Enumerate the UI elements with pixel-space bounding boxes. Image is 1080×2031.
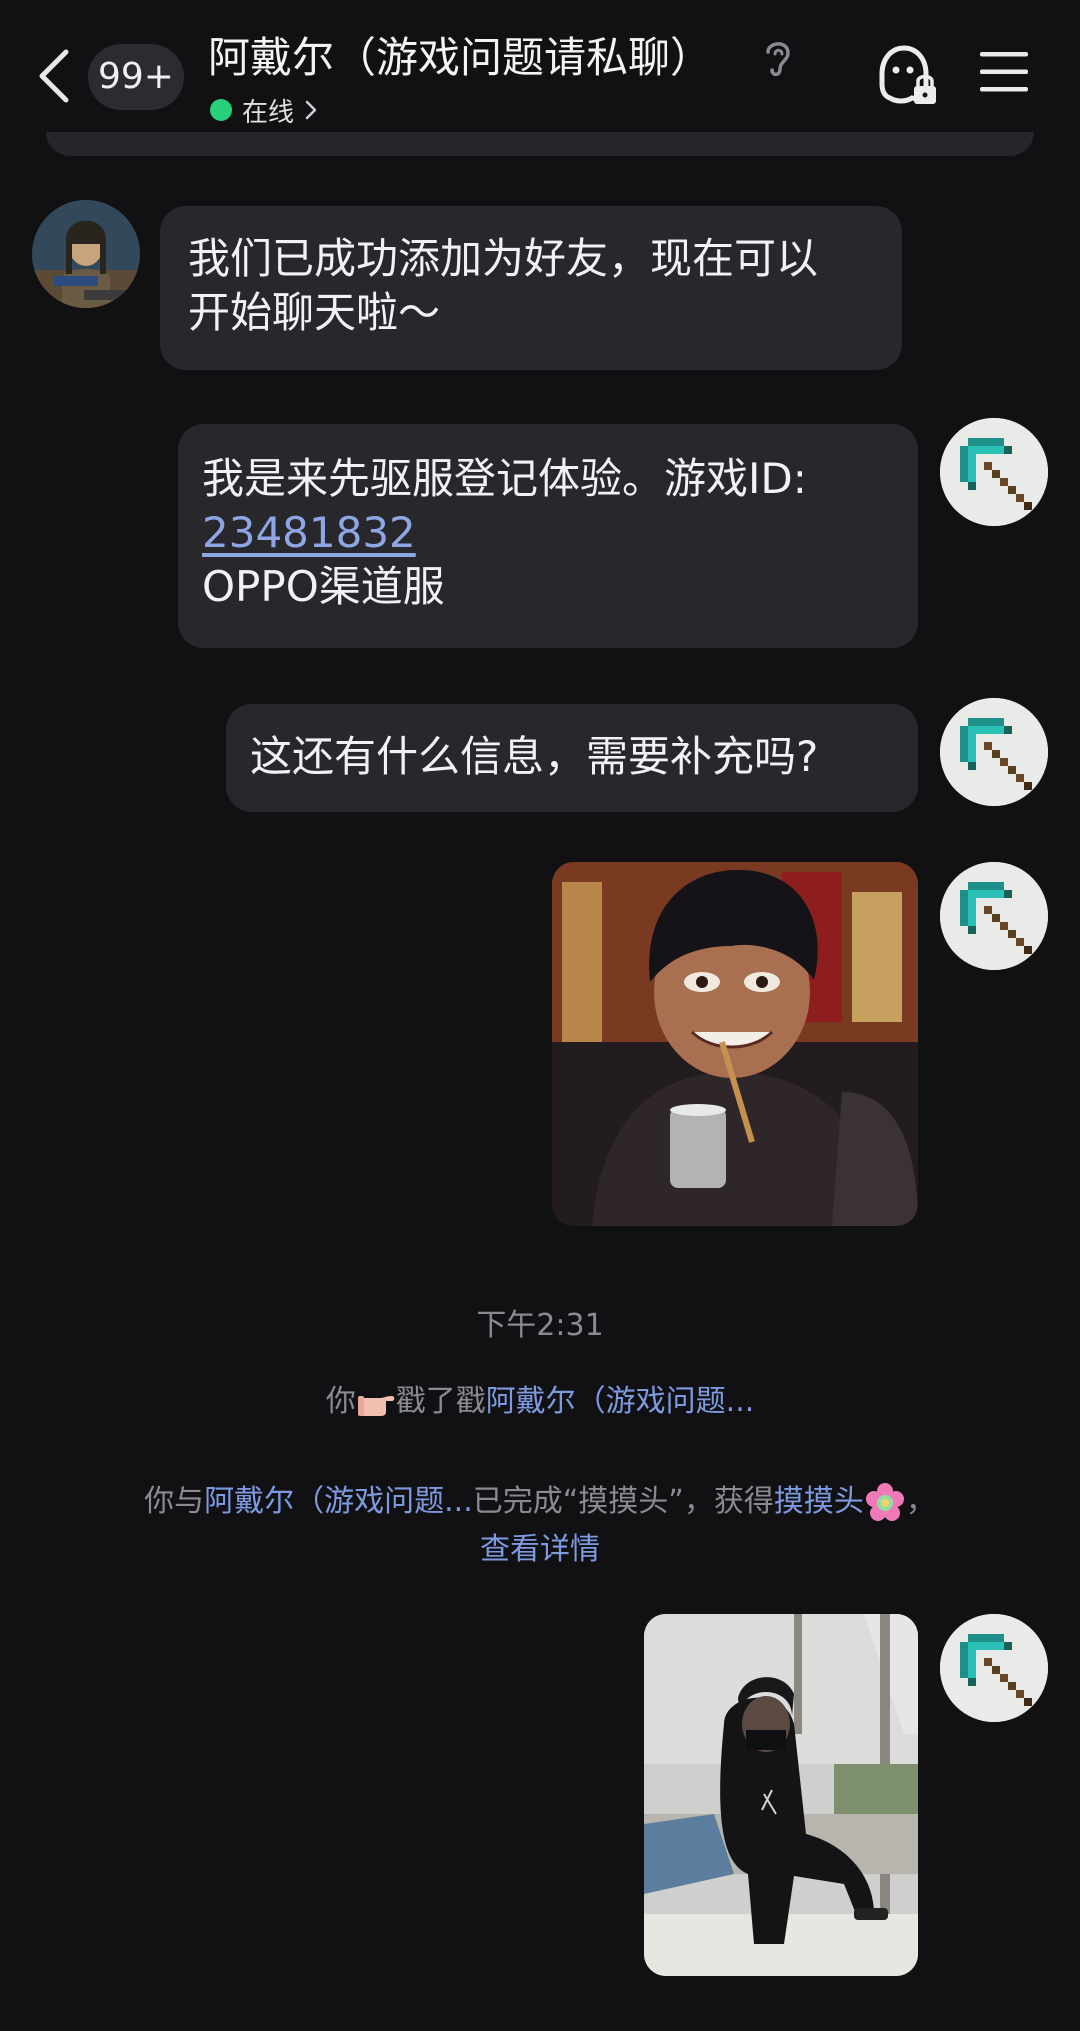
contact-avatar[interactable]	[32, 200, 140, 308]
pickaxe-icon	[940, 418, 1048, 526]
self-avatar[interactable]	[940, 698, 1048, 806]
message-bubble-incoming[interactable]: 我们已成功添加为好友，现在可以 开始聊天啦～	[160, 206, 902, 370]
pickaxe-icon	[940, 862, 1048, 970]
message-bubble-outgoing[interactable]: 我是来先驱服登记体验。游戏ID: 23481832 OPPO渠道服	[178, 424, 918, 648]
message-text: 我们已成功添加为好友，现在可以	[188, 234, 819, 283]
achievement-notice: 你与阿戴尔（游戏问题...已完成“摸摸头”，获得摸摸头，	[0, 1476, 1080, 1524]
pointing-hand-icon	[357, 1395, 394, 1416]
chevron-right-icon	[305, 100, 317, 120]
private-chat-lock-icon[interactable]	[876, 44, 938, 108]
back-arrow-icon[interactable]	[34, 46, 78, 106]
message-text: 我是来先驱服登记体验。游戏ID:	[202, 454, 807, 503]
pickaxe-icon	[940, 698, 1048, 806]
chat-header: 99+ 阿戴尔（游戏问题请私聊） 在线	[0, 0, 1080, 150]
pickaxe-icon	[940, 1614, 1048, 1722]
game-id-link[interactable]: 23481832	[202, 508, 416, 557]
self-avatar[interactable]	[940, 1614, 1048, 1722]
photo-person-image	[644, 1614, 918, 1976]
view-details-link[interactable]: 查看详情	[480, 1532, 600, 1567]
message-bubble-outgoing[interactable]: 这还有什么信息，需要补充吗?	[226, 704, 918, 812]
pinned-banner-edge	[46, 132, 1034, 156]
message-text: 开始聊天啦～	[188, 288, 441, 337]
self-avatar[interactable]	[940, 862, 1048, 970]
photo-sticker-image	[552, 862, 918, 1226]
ear-icon[interactable]	[760, 36, 796, 82]
message-text: OPPO渠道服	[202, 562, 445, 611]
message-text: 这还有什么信息，需要补充吗?	[250, 732, 819, 781]
contact-name-title[interactable]: 阿戴尔（游戏问题请私聊）	[208, 30, 748, 86]
achievement-target-link[interactable]: 阿戴尔（游戏问题...	[204, 1484, 473, 1519]
self-avatar[interactable]	[940, 418, 1048, 526]
poke-target-link[interactable]: 阿戴尔（游戏问题...	[486, 1384, 755, 1419]
poke-notice: 你戳了戳阿戴尔（游戏问题...	[325, 1384, 755, 1419]
status-label: 在线	[242, 97, 295, 128]
message-timestamp: 下午2:31	[476, 1308, 604, 1343]
flower-badge-icon	[865, 1482, 904, 1521]
image-message[interactable]	[644, 1614, 918, 1976]
image-message[interactable]	[552, 862, 918, 1226]
menu-icon[interactable]	[978, 50, 1030, 94]
achievement-badge-link[interactable]: 摸摸头	[774, 1484, 864, 1519]
online-dot-icon	[210, 99, 232, 121]
chat-screen: 99+ 阿戴尔（游戏问题请私聊） 在线 我们已成功添加为好友，现在可以 开始聊天…	[0, 0, 1080, 2031]
view-details-row: 查看详情	[0, 1524, 1080, 1568]
unread-count-badge[interactable]: 99+	[88, 44, 184, 110]
online-status[interactable]: 在线	[210, 92, 318, 128]
